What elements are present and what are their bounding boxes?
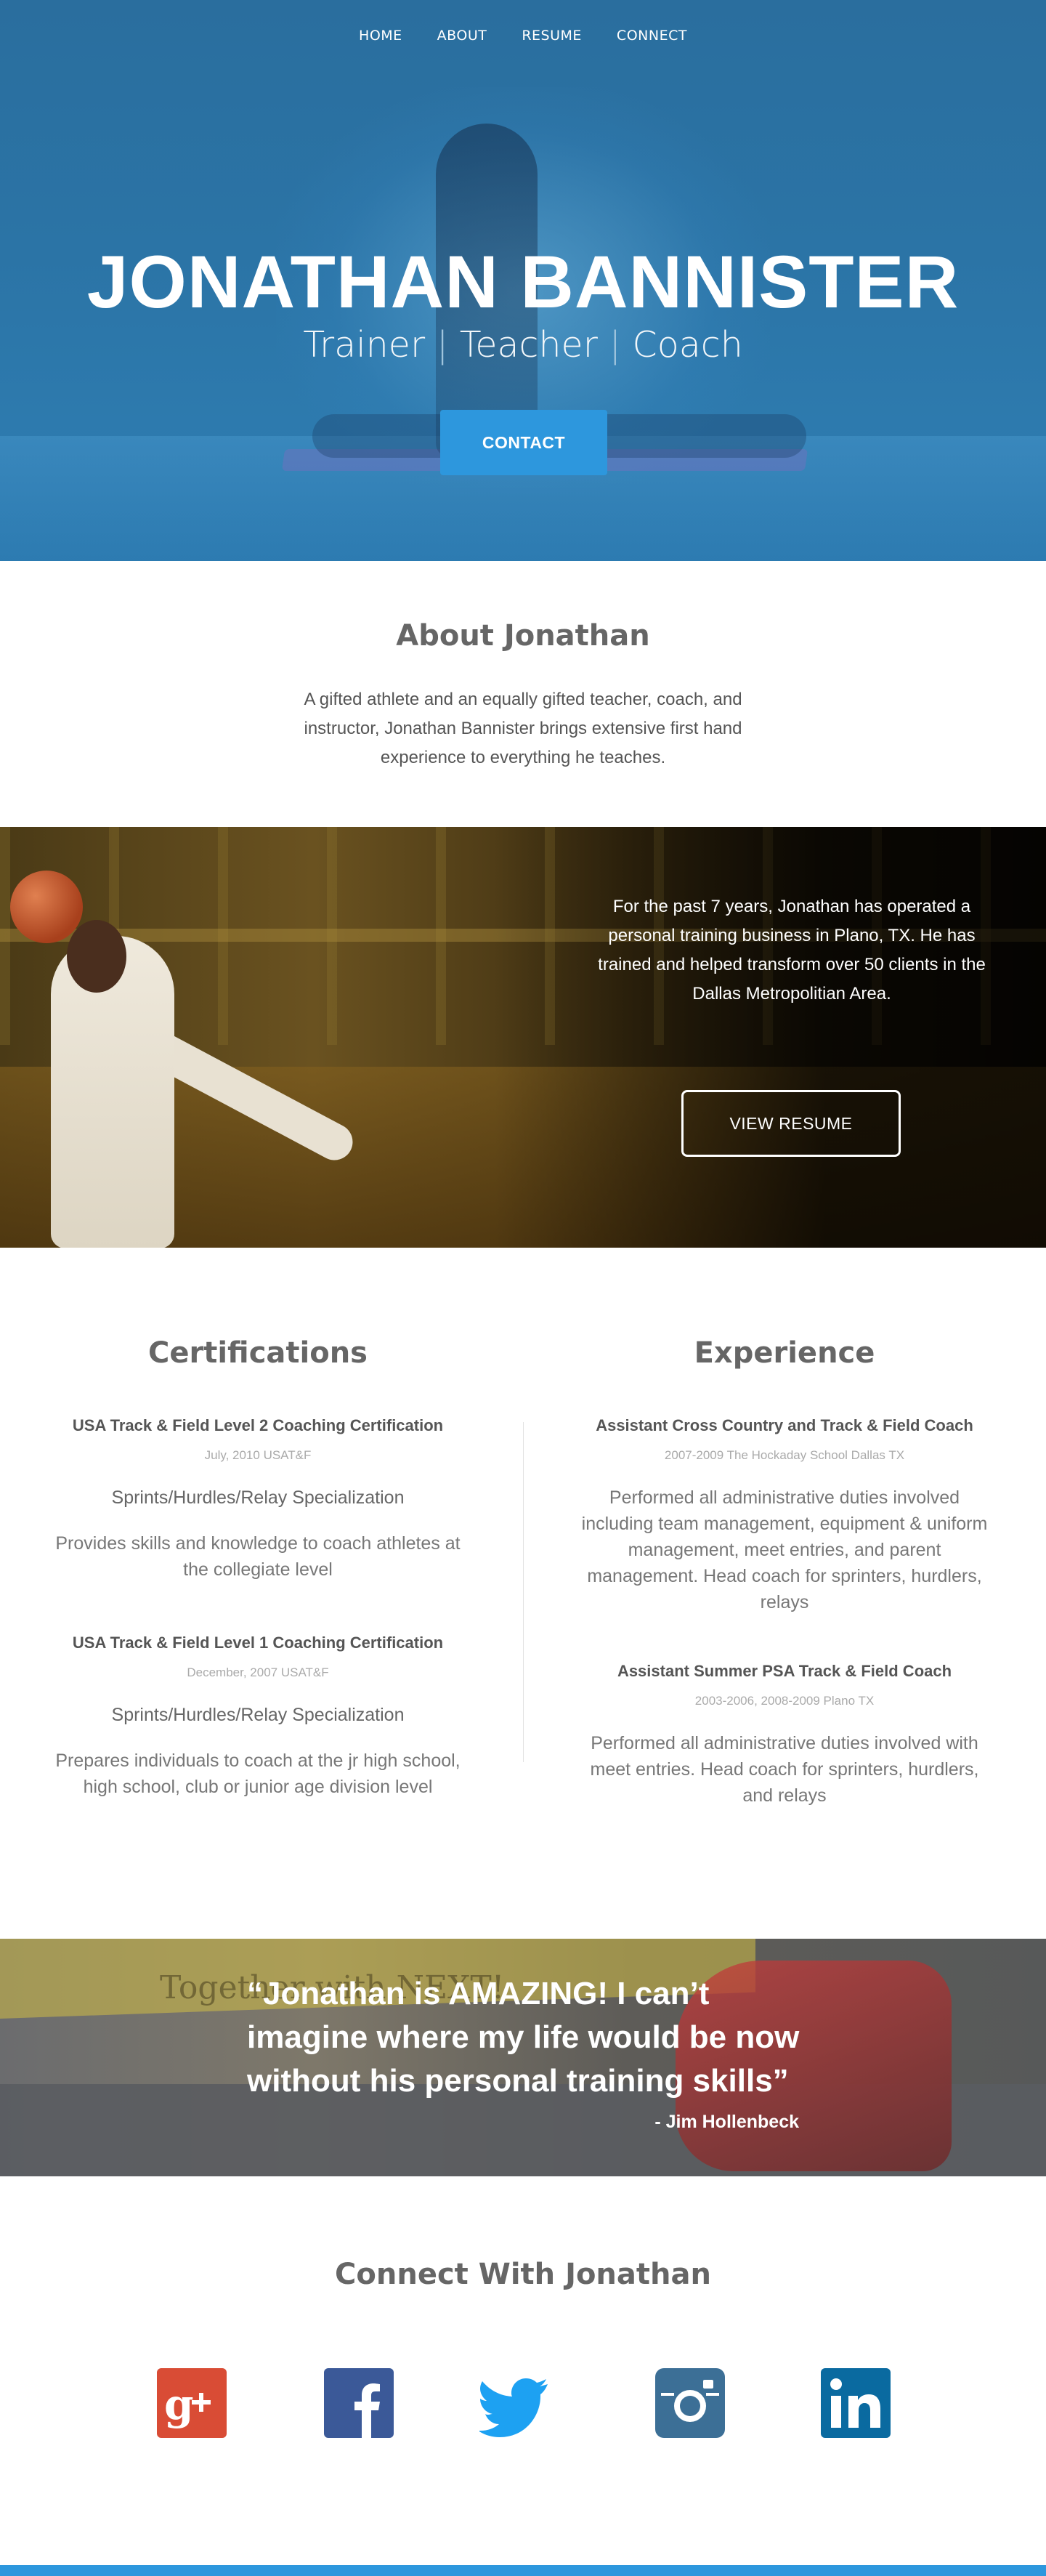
experience-entry: Assistant Summer PSA Track & Field Coach… <box>581 1662 988 1809</box>
entry-specialization: Sprints/Hurdles/Relay Specialization <box>111 1705 405 1725</box>
testimonial-quote: “Jonathan is AMAZING! I can’t imagine wh… <box>247 1976 800 2099</box>
column-divider <box>523 1422 524 1762</box>
entry-description: Prepares individuals to coach at the jr … <box>55 1751 461 1797</box>
connect-section: Connect With Jonathan g <box>0 2176 1046 2565</box>
role-separator: | <box>436 324 449 366</box>
banner-text: For the past 7 years, Jonathan has opera… <box>598 897 986 1004</box>
testimonial-section: Together with NEXT! “Jonathan is AMAZING… <box>0 1939 1046 2176</box>
entry-title: Assistant Summer PSA Track & Field Coach <box>617 1662 952 1680</box>
testimonial-author: - Jim Hollenbeck <box>654 2112 799 2132</box>
role-teacher: Teacher <box>459 324 598 366</box>
footer-bar <box>0 2565 1046 2576</box>
experience-title: Experience <box>694 1336 875 1370</box>
bio-banner: For the past 7 years, Jonathan has opera… <box>0 827 1046 1248</box>
facebook-icon[interactable] <box>324 2368 394 2438</box>
nav-connect[interactable]: CONNECT <box>599 28 705 44</box>
entry-title: Assistant Cross Country and Track & Fiel… <box>596 1416 973 1434</box>
about-section: About Jonathan A gifted athlete and an e… <box>0 561 1046 827</box>
role-trainer: Trainer <box>303 324 426 366</box>
about-title: About Jonathan <box>396 619 650 653</box>
entry-title: USA Track & Field Level 2 Coaching Certi… <box>72 1416 444 1434</box>
hero-subtitle: Trainer | Teacher | Coach <box>0 324 1046 366</box>
twitter-icon[interactable] <box>479 2368 549 2438</box>
basketball-icon <box>10 871 83 943</box>
banner-overlay <box>494 827 1046 1248</box>
nav-home[interactable]: HOME <box>341 28 420 44</box>
nav-about[interactable]: ABOUT <box>420 28 505 44</box>
certification-entry: USA Track & Field Level 2 Coaching Certi… <box>54 1416 461 1583</box>
entry-description: Provides skills and knowledge to coach a… <box>55 1533 461 1580</box>
nav-resume[interactable]: RESUME <box>504 28 599 44</box>
entry-title: USA Track & Field Level 1 Coaching Certi… <box>72 1634 444 1652</box>
entry-meta: 2003-2006, 2008-2009 Plano TX <box>694 1694 875 1708</box>
experience-column: Experience Assistant Cross Country and T… <box>581 1248 988 1809</box>
google-plus-icon[interactable]: g <box>157 2368 227 2438</box>
entry-description: Performed all administrative duties invo… <box>581 1487 988 1612</box>
certifications-title: Certifications <box>148 1336 368 1370</box>
role-coach: Coach <box>632 324 743 366</box>
hero-section: HOME ABOUT RESUME CONNECT JONATHAN BANNI… <box>0 0 1046 561</box>
main-nav: HOME ABOUT RESUME CONNECT <box>0 28 1046 44</box>
svg-text:g: g <box>164 2380 194 2429</box>
entry-meta: 2007-2009 The Hockaday School Dallas TX <box>664 1448 905 1462</box>
entry-meta: December, 2007 USAT&F <box>187 1665 329 1679</box>
contact-button[interactable]: CONTACT <box>440 410 607 475</box>
about-text: A gifted athlete and an equally gifted t… <box>304 690 742 767</box>
entry-specialization: Sprints/Hurdles/Relay Specialization <box>111 1487 405 1508</box>
resume-section: Certifications USA Track & Field Level 2… <box>0 1248 1046 1939</box>
player-head <box>67 920 126 993</box>
social-links: g <box>0 2368 1046 2441</box>
view-resume-button[interactable]: VIEW RESUME <box>681 1090 901 1157</box>
hero-name: JONATHAN BANNISTER <box>86 241 960 323</box>
entry-meta: July, 2010 USAT&F <box>204 1448 312 1462</box>
instagram-icon[interactable] <box>655 2368 725 2438</box>
certifications-column: Certifications USA Track & Field Level 2… <box>54 1248 461 1800</box>
certification-entry: USA Track & Field Level 1 Coaching Certi… <box>54 1634 461 1800</box>
connect-title: Connect With Jonathan <box>335 2258 711 2291</box>
role-separator: | <box>609 324 621 366</box>
entry-description: Performed all administrative duties invo… <box>590 1733 979 1806</box>
linkedin-icon[interactable] <box>821 2368 891 2438</box>
experience-entry: Assistant Cross Country and Track & Fiel… <box>581 1416 988 1615</box>
